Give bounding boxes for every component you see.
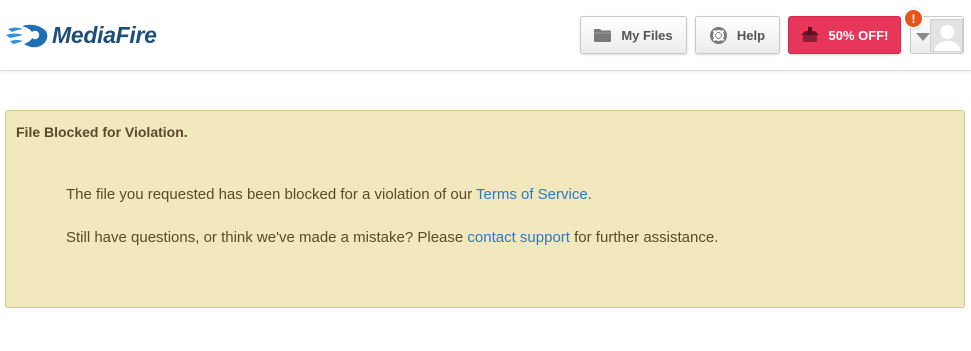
folder-icon [594,29,612,42]
notice-message: The file you requested has been blocked … [66,186,592,203]
terms-of-service-link[interactable]: Terms of Service [476,186,588,203]
user-avatar-icon [930,19,963,52]
lifebuoy-icon [709,26,727,44]
alert-icon[interactable]: ! [903,8,924,29]
promo-button[interactable]: 50% OFF! [788,16,901,54]
logo-text: MediaFire [52,21,157,48]
notice-message-end: . [587,186,592,203]
violation-notice: File Blocked for Violation. The file you… [5,110,965,308]
promo-label: 50% OFF! [828,27,889,43]
my-files-label: My Files [621,27,673,43]
support-message-end: for further assistance. [569,229,719,246]
support-message: Still have questions, or think we've mad… [66,229,718,246]
notice-message-text: The file you requested has been blocked … [66,186,476,203]
my-files-button[interactable]: My Files [580,16,687,54]
help-label: Help [736,27,766,43]
chevron-down-icon [916,33,930,41]
top-header: MediaFire My Files Help 50% OFF! ! [0,0,971,71]
notice-title: File Blocked for Violation. [16,124,188,140]
mediafire-logo-icon [6,24,48,48]
support-message-text: Still have questions, or think we've mad… [66,229,468,246]
help-button[interactable]: Help [695,16,780,54]
download-box-icon [800,27,819,42]
contact-support-link[interactable]: contact support [467,229,570,246]
mediafire-logo[interactable]: MediaFire [6,18,157,52]
